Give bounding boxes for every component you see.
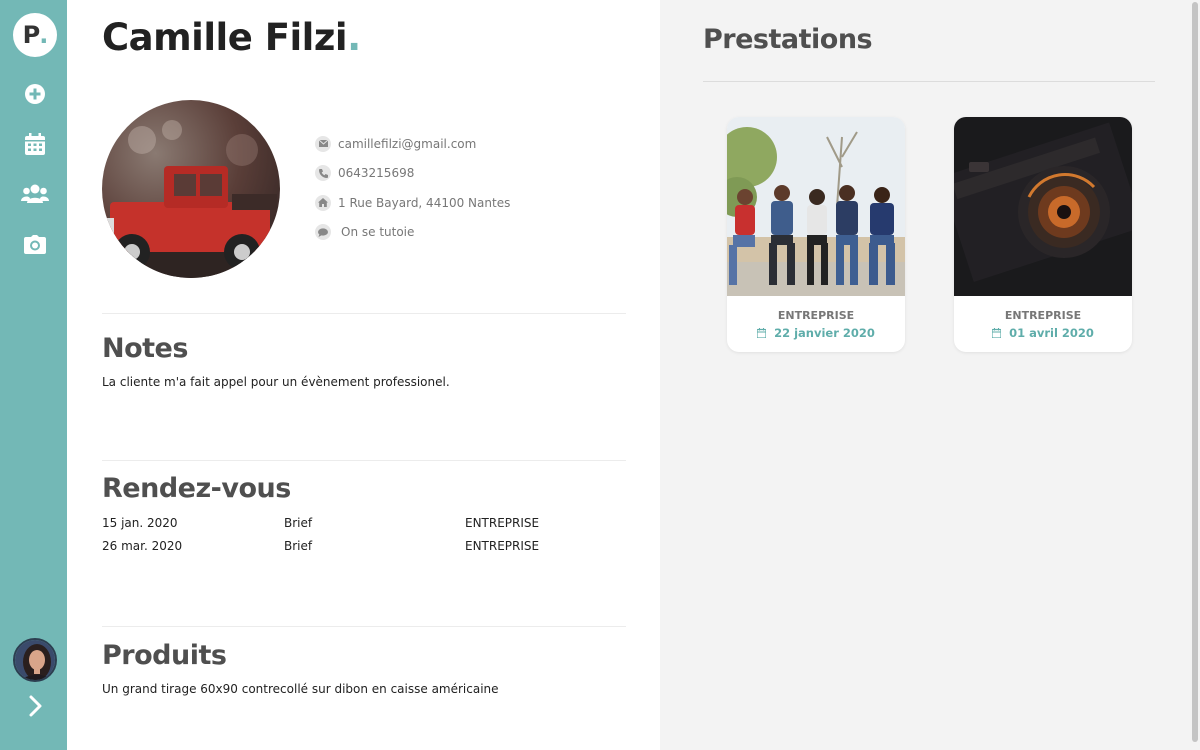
calendar-icon [757,328,767,338]
user-avatar[interactable] [13,638,57,682]
card-category: ENTREPRISE [1004,309,1082,322]
home-icon [315,194,331,211]
divider [102,313,626,314]
camera-icon[interactable] [22,231,48,257]
sidebar: P. [0,0,67,750]
contact-info: camillefilzi@gmail.com 0643215698 1 Rue … [315,129,510,247]
scrollbar[interactable] [1190,0,1200,750]
card-date: 01 avril 2020 [1009,326,1094,340]
camera-photo [954,117,1132,296]
comment-icon [315,224,331,241]
calendar-icon[interactable] [22,131,48,157]
prestations-title: Prestations [703,24,873,55]
card-date-row: 01 avril 2020 [954,326,1132,340]
scrollbar-thumb[interactable] [1192,2,1198,742]
contact-address-row: 1 Rue Bayard, 44100 Nantes [315,188,510,218]
divider [102,626,626,627]
contact-email[interactable]: camillefilzi@gmail.com [338,137,476,151]
notes-text: La cliente m'a fait appel pour un évènem… [102,375,450,389]
prestation-card[interactable]: ENTREPRISE 01 avril 2020 [954,117,1132,352]
calendar-icon [992,328,1002,338]
rdv-date: 26 mar. 2020 [102,539,183,553]
client-name-title: Camille Filzi. [102,16,361,59]
rdv-category: ENTREPRISE [465,516,540,530]
logo-letter: P [22,21,41,49]
client-name: Camille Filzi [102,16,348,59]
contact-note-row: On se tutoie [315,218,510,248]
produits-text: Un grand tirage 60x90 contrecollé sur di… [102,682,499,696]
client-detail: Camille Filzi. camillefilzi@gmail.com 06… [67,0,660,750]
notes-title: Notes [102,333,188,364]
users-icon[interactable] [21,181,49,207]
envelope-icon [315,135,331,152]
app-logo[interactable]: P. [13,13,57,57]
divider [703,81,1155,82]
client-photo [102,100,280,278]
rdv-type: Brief [284,539,313,553]
rdv-date: 15 jan. 2020 [102,516,178,530]
divider [102,460,626,461]
contact-email-row: camillefilzi@gmail.com [315,129,510,159]
card-category: ENTREPRISE [777,309,855,322]
contact-note: On se tutoie [341,225,415,240]
rendezvous-title: Rendez-vous [102,473,291,504]
plus-circle-icon[interactable] [22,81,48,107]
contact-phone[interactable]: 0643215698 [338,166,414,180]
card-date: 22 janvier 2020 [774,326,875,340]
rdv-category: ENTREPRISE [465,539,540,553]
prestation-card[interactable]: ENTREPRISE 22 janvier 2020 [727,117,905,352]
client-name-dot: . [347,16,361,59]
phone-icon [315,165,331,182]
rdv-type: Brief [284,516,313,530]
produits-title: Produits [102,640,227,671]
card-date-row: 22 janvier 2020 [727,326,905,340]
chevron-right-icon[interactable] [24,693,46,719]
group-photo [727,117,905,296]
contact-address: 1 Rue Bayard, 44100 Nantes [338,195,511,210]
contact-phone-row: 0643215698 [315,159,510,189]
logo-dot: . [39,21,48,49]
prestations-panel: Prestations ENTREPRISE 22 janvier 2020 E… [660,0,1190,750]
